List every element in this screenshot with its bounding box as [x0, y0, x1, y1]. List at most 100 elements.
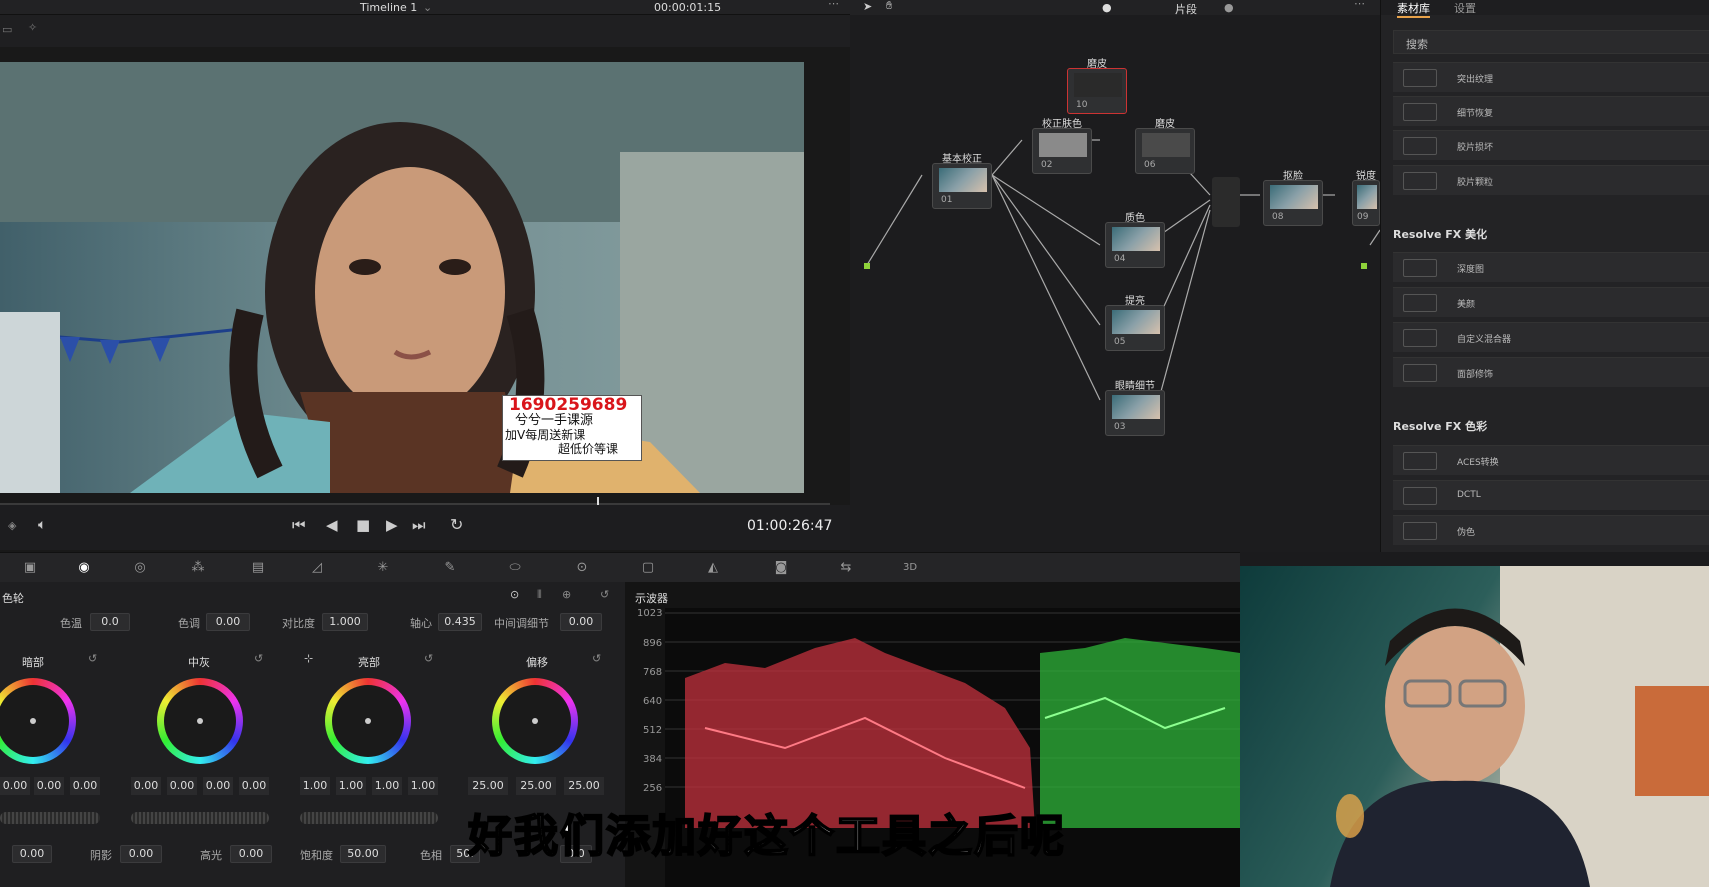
pointer-icon[interactable]: ➤	[863, 0, 872, 13]
clip-slider-icon[interactable]: ●	[1224, 1, 1234, 14]
lift-wheel[interactable]	[0, 678, 76, 764]
reset-icon[interactable]: ↺	[592, 652, 601, 665]
section-beauty[interactable]: Resolve FX 美化	[1393, 226, 1487, 242]
library-item[interactable]: 细节恢复	[1393, 96, 1709, 126]
crosshair-icon[interactable]: ⊹	[304, 652, 313, 665]
layers-icon[interactable]: ◈	[8, 519, 16, 532]
blur-icon[interactable]: ◭	[703, 560, 723, 576]
stop-icon[interactable]: ■	[356, 516, 370, 534]
reset-icon[interactable]: ↺	[600, 588, 609, 601]
gain-value[interactable]: 1.00	[300, 777, 330, 795]
node-03[interactable]: 眼睛细节 03	[1105, 381, 1165, 436]
camera-raw-icon[interactable]: ▣	[20, 560, 40, 576]
output-pin[interactable]	[1361, 263, 1367, 269]
loop-icon[interactable]: ↻	[450, 515, 463, 534]
saturation-field[interactable]: 50.00	[340, 845, 386, 863]
curves-icon[interactable]: ◿	[307, 560, 327, 576]
lift-value[interactable]: 0.00	[0, 777, 30, 795]
skip-forward-icon[interactable]: ⏭︎	[412, 516, 426, 534]
library-item[interactable]: 伪色	[1393, 515, 1709, 545]
shadow-field[interactable]: 0.00	[120, 845, 162, 863]
section-color[interactable]: Resolve FX 色彩	[1393, 418, 1487, 434]
motion-effects-icon[interactable]: ▤	[248, 560, 268, 576]
volume-icon[interactable]: 🔈︎	[38, 517, 46, 533]
library-item[interactable]: 美颜	[1393, 287, 1709, 317]
node-10[interactable]: 磨皮 10	[1067, 59, 1127, 114]
rgb-mixer-icon[interactable]: ⁂	[188, 560, 208, 576]
gain-value[interactable]: 1.00	[372, 777, 402, 795]
magic-mask-icon[interactable]: ▢	[638, 560, 658, 576]
node-01[interactable]: 基本校正 01	[932, 154, 992, 209]
window-icon[interactable]: ⬭	[505, 560, 525, 576]
reset-icon[interactable]: ↺	[424, 652, 433, 665]
qualifier-icon[interactable]: ✎	[440, 560, 460, 576]
key-icon[interactable]: ◙	[771, 560, 791, 576]
play-reverse-icon[interactable]: ◀	[326, 516, 338, 534]
gain-master-slider[interactable]	[300, 812, 438, 824]
offset-value[interactable]: 25.00	[468, 777, 508, 795]
library-item[interactable]: 胶片损坏	[1393, 130, 1709, 160]
node-09[interactable]: 锐度 09	[1352, 171, 1380, 226]
log-icon[interactable]: ⊕	[562, 588, 571, 601]
tint-field[interactable]: 0.00	[206, 613, 250, 631]
input-pin[interactable]	[864, 263, 870, 269]
gamma-value[interactable]: 0.00	[131, 777, 161, 795]
color-warper-icon[interactable]: ✳	[373, 560, 393, 576]
middetail-field[interactable]: 0.00	[560, 613, 602, 631]
chevron-down-icon[interactable]: ⌄	[423, 1, 432, 14]
library-item[interactable]: 深度图	[1393, 252, 1709, 282]
gain-value[interactable]: 1.00	[408, 777, 438, 795]
contrast-field[interactable]: 1.000	[322, 613, 368, 631]
sizing-icon[interactable]: ⇆	[836, 560, 856, 576]
gain-wheel[interactable]	[325, 678, 411, 764]
hand-icon[interactable]: ✋︎	[886, 0, 892, 13]
hdr-icon[interactable]: ◎	[130, 560, 150, 576]
node-06[interactable]: 磨皮 06	[1135, 119, 1195, 174]
node-08[interactable]: 抠脸 08	[1263, 171, 1323, 226]
gamma-value[interactable]: 0.00	[239, 777, 269, 795]
gamma-wheel[interactable]	[157, 678, 243, 764]
more-icon[interactable]: ⋯	[828, 0, 839, 10]
node-04[interactable]: 质色 04	[1105, 213, 1165, 268]
library-item[interactable]: DCTL	[1393, 480, 1709, 510]
temp-field[interactable]: 0.0	[90, 613, 130, 631]
node-02[interactable]: 校正肤色 02	[1032, 119, 1092, 174]
play-icon[interactable]: ▶	[386, 516, 398, 534]
lift-master-slider[interactable]	[0, 812, 100, 824]
gamma-master-slider[interactable]	[131, 812, 269, 824]
lift-value[interactable]: 0.00	[70, 777, 100, 795]
search-input[interactable]: 搜索	[1393, 30, 1709, 54]
reset-icon[interactable]: ↺	[88, 652, 97, 665]
gamma-value[interactable]: 0.00	[167, 777, 197, 795]
magic-wand-icon[interactable]: ✧	[28, 21, 37, 34]
primary-wheels-icon[interactable]: ⊙	[510, 588, 519, 601]
tracker-icon[interactable]: ⊙	[572, 560, 592, 576]
offset-value[interactable]: 25.00	[516, 777, 556, 795]
skip-back-icon[interactable]: ⏮︎	[292, 516, 306, 534]
offset-wheel[interactable]	[492, 678, 578, 764]
bars-icon[interactable]: ⦀	[537, 588, 542, 602]
gain-value[interactable]: 1.00	[336, 777, 366, 795]
lift-value[interactable]: 0.00	[34, 777, 64, 795]
layer-mixer-node[interactable]	[1212, 177, 1240, 227]
node-05[interactable]: 提亮 05	[1105, 296, 1165, 351]
timeline-name[interactable]: Timeline 1	[360, 1, 417, 14]
pivot-field[interactable]: 0.435	[438, 613, 482, 631]
library-item[interactable]: 自定义混合器	[1393, 322, 1709, 352]
library-item[interactable]: ACES转换	[1393, 445, 1709, 475]
library-item[interactable]: 胶片颗粒	[1393, 165, 1709, 195]
offset-value[interactable]: 25.00	[564, 777, 604, 795]
3d-icon[interactable]: 3D	[900, 560, 920, 576]
layout-icon[interactable]: ▭	[2, 23, 12, 36]
reset-icon[interactable]: ↺	[254, 652, 263, 665]
color-wheels-icon[interactable]: ◉	[74, 560, 94, 576]
gamma-value[interactable]: 0.00	[203, 777, 233, 795]
color-boost-field[interactable]: 0.00	[12, 845, 52, 863]
highlight-field[interactable]: 0.00	[230, 845, 272, 863]
tab-library[interactable]: 素材库	[1397, 0, 1430, 18]
node-graph[interactable]: 基本校正 01 校正肤色 02 磨皮 10 磨皮 06 质色 04 提亮 05 …	[850, 15, 1380, 552]
library-item[interactable]: 突出纹理	[1393, 62, 1709, 92]
more-icon[interactable]: ⋯	[1354, 0, 1365, 10]
library-item[interactable]: 面部修饰	[1393, 357, 1709, 387]
tab-settings[interactable]: 设置	[1454, 0, 1476, 16]
